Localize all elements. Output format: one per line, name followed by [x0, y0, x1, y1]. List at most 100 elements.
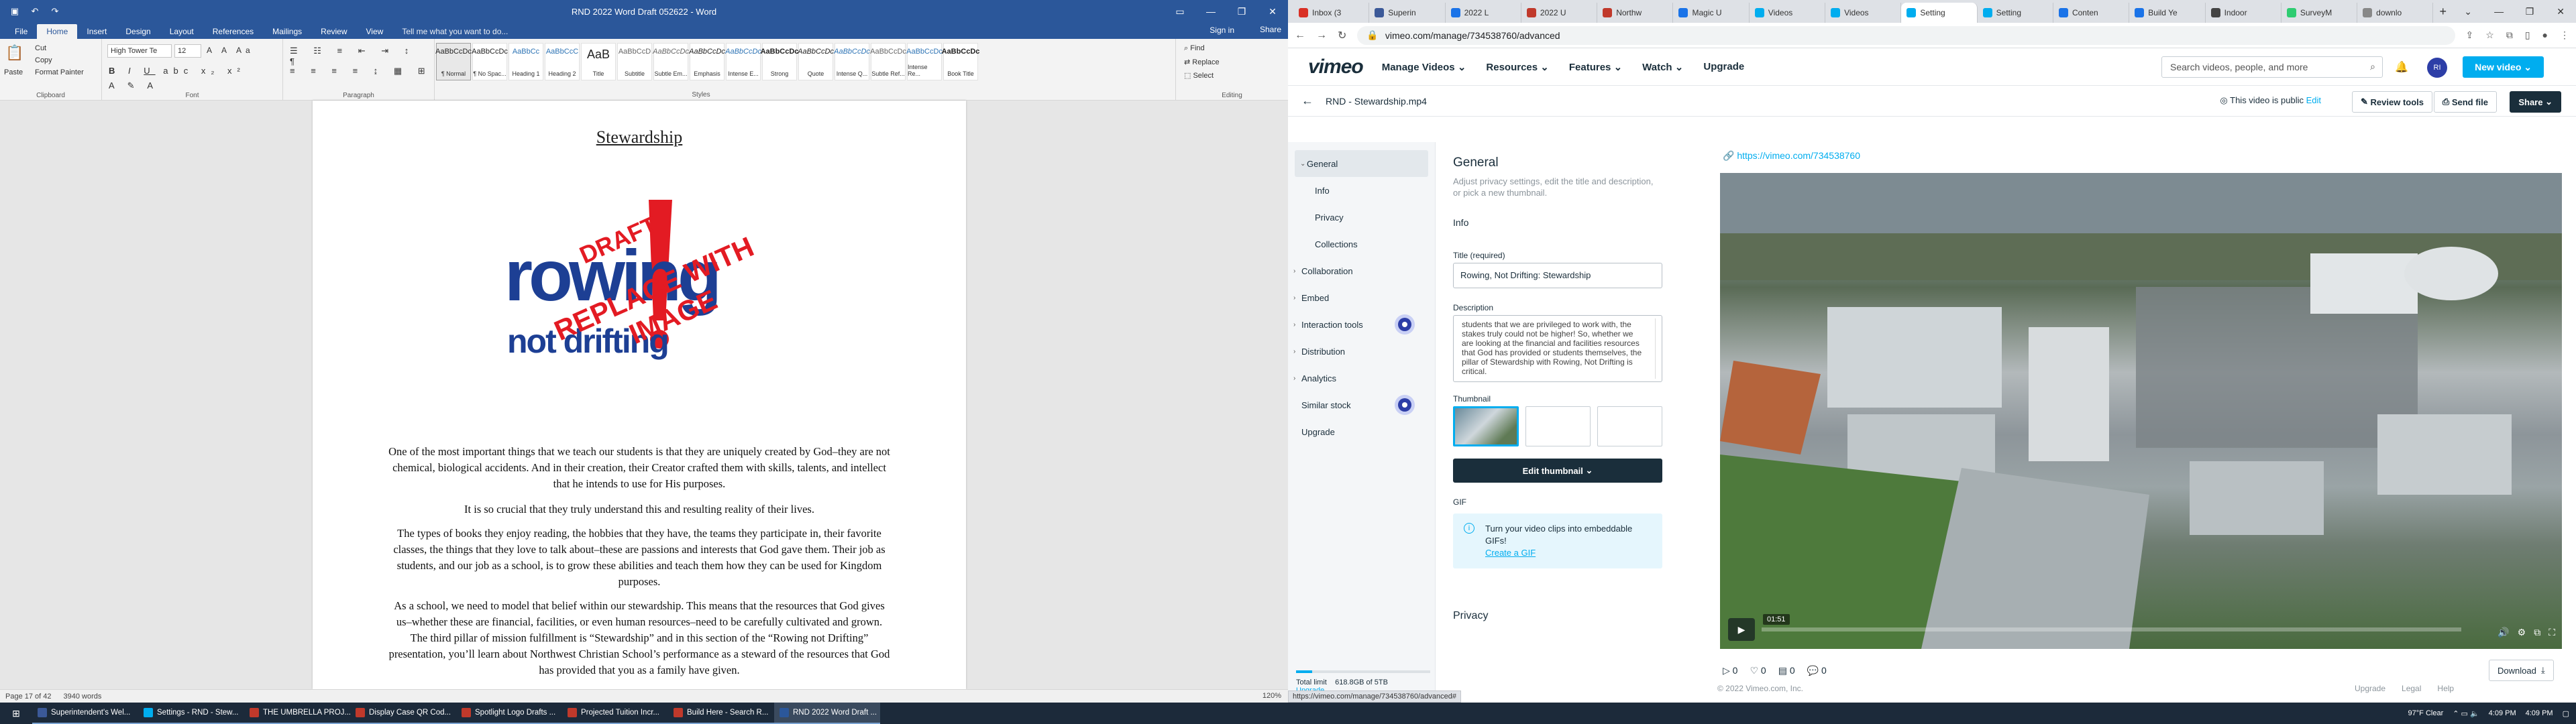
notification-bell-icon[interactable]: 🔔 [2395, 60, 2408, 74]
tab-search-icon[interactable]: ⌄ [2453, 6, 2483, 17]
tab-insert[interactable]: Insert [77, 24, 116, 39]
nav-manage-videos[interactable]: Manage Videos ⌄ [1382, 61, 1466, 73]
edit-thumbnail-button[interactable]: Edit thumbnail ⌄ [1453, 459, 1662, 483]
align-buttons[interactable]: ≡ ≡ ≡ ≡ ↨ ▦ ⊞ [290, 66, 432, 76]
style-quote[interactable]: AaBbCcDc Quote [798, 43, 834, 80]
profile-icon[interactable]: ● [2542, 29, 2548, 41]
word-count[interactable]: 3940 words [64, 692, 102, 701]
style-subtle-emphasis[interactable]: AaBbCcDc Subtle Em... [653, 43, 689, 80]
taskbar-item[interactable]: Projected Tuition Incr... [562, 703, 668, 724]
bookmark-star-icon[interactable]: ☆ [2485, 29, 2494, 41]
new-tab-button[interactable]: + [2433, 5, 2453, 23]
vimeo-logo[interactable]: vimeo [1308, 56, 1364, 78]
nav-upgrade[interactable]: Upgrade [1703, 61, 1744, 72]
style-book-title[interactable]: AaBbCcDc Book Title [942, 43, 979, 80]
footer-legal-link[interactable]: Legal [2402, 684, 2421, 693]
taskbar-item[interactable]: RND 2022 Word Draft ... [774, 703, 880, 724]
find-button[interactable]: ⌕ Find [1184, 44, 1205, 53]
taskbar-item[interactable]: Display Case QR Cod... [350, 703, 456, 724]
browser-tab[interactable]: Videos [1750, 3, 1826, 23]
document-page[interactable]: Stewardship rowing not drifting DRAFT RE… [313, 101, 966, 689]
style-intense-reference[interactable]: AaBbCcDc Intense Re... [906, 43, 943, 80]
style-emphasis[interactable]: AaBbCcDc Emphasis [689, 43, 725, 80]
browser-tab[interactable]: 2022 L [1446, 3, 1521, 23]
taskbar-item[interactable]: Spotlight Logo Drafts ... [456, 703, 562, 724]
restore-button[interactable]: ❐ [2514, 6, 2545, 17]
reload-icon[interactable]: ↻ [1338, 29, 1346, 42]
browser-tab[interactable]: Build Ye [2129, 3, 2206, 23]
tab-view[interactable]: View [357, 24, 393, 39]
pip-icon[interactable]: ⧉ [2534, 627, 2540, 638]
browser-tab[interactable]: Northw [1597, 3, 1674, 23]
weather-widget[interactable]: 97°F Clear [2408, 709, 2444, 717]
restore-button[interactable]: ❐ [1226, 6, 1257, 17]
new-feature-dot-icon[interactable] [1398, 398, 1411, 412]
title-field[interactable]: Rowing, Not Drifting: Stewardship [1453, 263, 1662, 288]
close-button[interactable]: ✕ [2545, 6, 2576, 17]
ribbon-display-icon[interactable]: ▭ [1165, 6, 1195, 17]
cut-button[interactable]: Cut [35, 44, 46, 52]
page-count[interactable]: Page 17 of 42 [5, 692, 52, 701]
style-no-spacing[interactable]: AaBbCcDc ¶ No Spac... [472, 43, 508, 80]
zoom-level[interactable]: 120% [1263, 692, 1281, 700]
replace-button[interactable]: ⇄ Replace [1184, 58, 1220, 66]
browser-tab[interactable]: Setting [1901, 3, 1978, 23]
new-video-button[interactable]: New video ⌄ [2463, 56, 2544, 78]
share-button[interactable]: Share [1260, 25, 1281, 34]
redo-icon[interactable]: ↷ [50, 6, 60, 17]
description-scrollbar[interactable] [1655, 318, 1660, 379]
share-video-button[interactable]: Share ⌄ [2510, 91, 2561, 113]
clock-secondary[interactable]: 4:09 PM [2526, 709, 2553, 717]
select-button[interactable]: ⬚ Select [1184, 71, 1214, 80]
thumbnail-option-selected[interactable] [1453, 406, 1519, 446]
taskbar-item[interactable]: THE UMBRELLA PROJ... [244, 703, 350, 724]
comments-stat[interactable]: 💬 0 [1807, 665, 1827, 676]
nav-resources[interactable]: Resources ⌄ [1486, 61, 1548, 73]
tab-file[interactable]: File [5, 24, 37, 39]
sidebar-item-privacy[interactable]: Privacy [1288, 204, 1435, 231]
forward-icon[interactable]: → [1316, 29, 1327, 42]
sidebar-item-interaction-tools[interactable]: › Interaction tools [1288, 311, 1435, 338]
taskbar-item[interactable]: Settings - RND - Stew... [138, 703, 244, 724]
close-button[interactable]: ✕ [1257, 6, 1288, 17]
browser-tab[interactable]: Setting [1978, 3, 2053, 23]
font-color-buttons[interactable]: A ✎ A [109, 80, 158, 91]
tab-layout[interactable]: Layout [160, 24, 203, 39]
vimeo-search-input[interactable]: Search videos, people, and more ⌕ [2161, 56, 2383, 78]
thumbnail-option[interactable] [1525, 406, 1591, 446]
browser-tab[interactable]: Conten [2053, 3, 2130, 23]
style-intense-quote[interactable]: AaBbCcDc Intense Q... [834, 43, 870, 80]
browser-tab[interactable]: downlo [2357, 3, 2434, 23]
sidebar-item-collaboration[interactable]: › Collaboration [1288, 257, 1435, 284]
style-title[interactable]: AaB Title [581, 43, 616, 80]
font-size-select[interactable]: 12 [174, 44, 201, 58]
edit-privacy-link[interactable]: Edit [2306, 95, 2321, 105]
review-tools-button[interactable]: ✎ Review tools [2352, 91, 2432, 113]
notifications-icon[interactable]: ▢ [2563, 709, 2569, 718]
clock[interactable]: 4:09 PM [2489, 709, 2516, 717]
sign-in-link[interactable]: Sign in [1210, 25, 1234, 35]
sidebar-item-similar-stock[interactable]: Similar stock [1288, 391, 1435, 418]
new-feature-dot-icon[interactable] [1398, 318, 1411, 331]
extensions-icon[interactable]: ⧉ [2506, 29, 2513, 41]
tab-mailings[interactable]: Mailings [263, 24, 311, 39]
send-file-button[interactable]: ⎙ Send file [2433, 91, 2497, 113]
browser-tab[interactable]: Superin [1369, 3, 1446, 23]
tab-review[interactable]: Review [311, 24, 356, 39]
sidebar-item-analytics[interactable]: › Analytics [1288, 365, 1435, 391]
back-icon[interactable]: ← [1295, 29, 1305, 42]
save-icon[interactable]: ▣ [9, 6, 20, 17]
font-format-buttons[interactable]: B I U abc x₂ x² [109, 66, 246, 76]
rowing-logo-placeholder[interactable]: rowing not drifting DRAFT REPLACE WITH I… [498, 186, 780, 401]
footer-upgrade-link[interactable]: Upgrade [2355, 684, 2385, 693]
browser-tab[interactable]: SurveyM [2282, 3, 2358, 23]
minimize-button[interactable]: — [1195, 6, 1226, 17]
style-normal[interactable]: AaBbCcDc ¶ Normal [435, 43, 472, 80]
font-name-select[interactable]: High Tower Te [107, 44, 172, 58]
style-subtle-reference[interactable]: AaBbCcDc Subtle Ref... [870, 43, 906, 80]
likes-stat[interactable]: ♡ 0 [1750, 665, 1766, 676]
copy-button[interactable]: Copy [35, 56, 52, 64]
address-bar[interactable]: 🔒 vimeo.com/manage/734538760/advanced [1357, 25, 2455, 45]
share-page-icon[interactable]: ⇪ [2466, 29, 2474, 41]
browser-tab[interactable]: Magic U [1673, 3, 1750, 23]
